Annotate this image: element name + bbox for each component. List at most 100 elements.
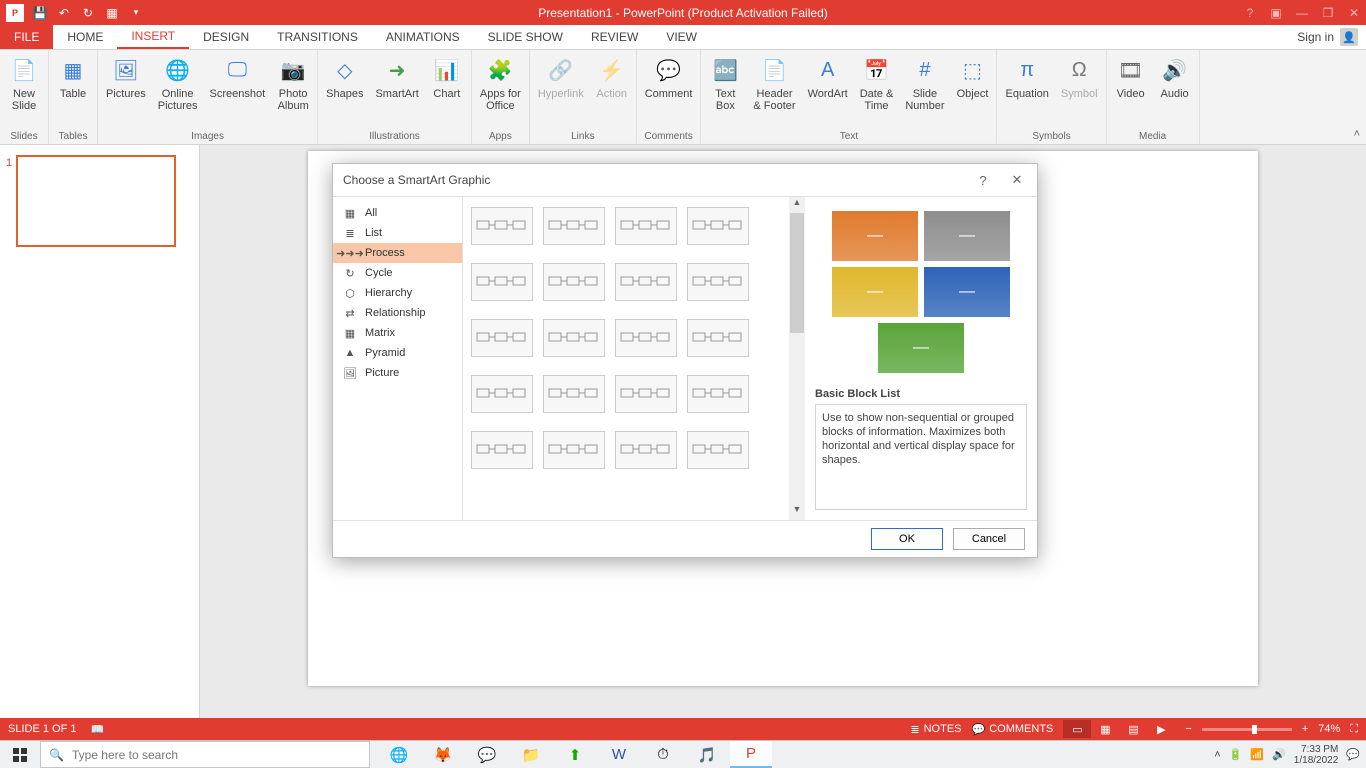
clock-icon[interactable]: ⏱ [642,741,684,768]
date-time-button[interactable]: 📅Date & Time [856,52,898,114]
scroll-down-icon[interactable]: ▼ [789,504,805,520]
comment-button[interactable]: 💬Comment [641,52,697,102]
smartart-thumbnail[interactable] [615,263,677,301]
taskbar-search[interactable]: 🔍 Type here to search [40,741,370,768]
undo-icon[interactable]: ↶ [56,5,72,21]
category-all[interactable]: ▦All [333,203,462,223]
ok-button[interactable]: OK [871,528,943,550]
smartart-thumbnail[interactable] [543,319,605,357]
start-from-beginning-icon[interactable]: ▦ [104,5,120,21]
restore-icon[interactable]: ❐ [1320,6,1336,20]
chrome-icon[interactable]: 🌐 [378,741,420,768]
category-cycle[interactable]: ↻Cycle [333,263,462,283]
smartart-thumbnail[interactable] [687,375,749,413]
gallery-scrollbar[interactable]: ▲ ▼ [789,197,805,520]
fit-to-window-icon[interactable]: ⛶ [1350,723,1358,736]
pictures-button[interactable]: 🖼Pictures [102,52,150,102]
audio-button[interactable]: 🔊Audio [1155,52,1195,102]
messenger-icon[interactable]: 💬 [466,741,508,768]
close-icon[interactable]: ✕ [1007,172,1027,188]
new-slide-button[interactable]: 📄New Slide [4,52,44,114]
word-icon[interactable]: W [598,741,640,768]
notes-button[interactable]: ≣ NOTES [910,723,961,736]
category-hierarchy[interactable]: ⬡Hierarchy [333,283,462,303]
smartart-thumbnail[interactable] [687,431,749,469]
wifi-icon[interactable]: 📶 [1250,748,1264,761]
zoom-slider[interactable] [1202,728,1292,731]
smartart-thumbnail[interactable] [687,263,749,301]
file-explorer-icon[interactable]: 📁 [510,741,552,768]
tab-animations[interactable]: ANIMATIONS [372,25,474,49]
smartart-thumbnail[interactable] [615,319,677,357]
start-button[interactable] [0,741,40,768]
apps-button[interactable]: 🧩Apps for Office [476,52,525,114]
zoom-out-icon[interactable]: − [1185,723,1191,735]
battery-icon[interactable]: 🔋 [1229,748,1243,761]
spellcheck-icon[interactable]: 📖 [90,723,104,736]
action-center-icon[interactable]: 💬 [1346,748,1360,761]
slide-thumbnail[interactable] [16,155,176,247]
category-process[interactable]: ➜➜➜Process [333,243,462,263]
slide-thumbnail-wrap[interactable]: 1 [6,155,193,247]
scroll-up-icon[interactable]: ▲ [789,197,805,213]
zoom-level[interactable]: 74% [1318,723,1340,735]
redo-icon[interactable]: ↻ [80,5,96,21]
smartart-thumbnail[interactable] [543,263,605,301]
upwork-icon[interactable]: ⬆ [554,741,596,768]
smartart-thumbnail[interactable] [471,431,533,469]
chart-button[interactable]: 📊Chart [427,52,467,102]
smartart-thumbnail[interactable] [615,431,677,469]
tray-chevron-icon[interactable]: ˄ [1214,749,1220,761]
sign-in[interactable]: Sign in 👤 [1297,25,1366,49]
tab-home[interactable]: HOME [53,25,117,49]
smartart-thumbnail[interactable] [471,207,533,245]
zoom-thumb[interactable] [1252,725,1257,734]
tab-design[interactable]: DESIGN [189,25,263,49]
header-footer-button[interactable]: 📄Header & Footer [749,52,799,114]
zoom-in-icon[interactable]: + [1302,723,1308,735]
tab-view[interactable]: VIEW [652,25,711,49]
minimize-icon[interactable]: — [1294,6,1310,20]
smartart-button[interactable]: ➜SmartArt [371,52,422,102]
category-matrix[interactable]: ▦Matrix [333,323,462,343]
slideshow-view-icon[interactable]: ▶ [1147,720,1175,738]
smartart-thumbnail[interactable] [687,207,749,245]
dialog-header[interactable]: Choose a SmartArt Graphic ? ✕ [333,164,1037,196]
taskbar-clock[interactable]: 7:33 PM 1/18/2022 [1294,744,1339,766]
smartart-thumbnail[interactable] [687,319,749,357]
category-pyramid[interactable]: ▲Pyramid [333,343,462,363]
category-picture[interactable]: 🖼Picture [333,363,462,383]
qat-customize-icon[interactable]: ▾ [128,5,144,21]
screenshot-button[interactable]: 🖵Screenshot [206,52,270,102]
online-pictures-button[interactable]: 🌐Online Pictures [154,52,202,114]
tab-insert[interactable]: INSERT [117,25,189,49]
category-relationship[interactable]: ⇄Relationship [333,303,462,323]
ribbon-display-icon[interactable]: ▣ [1268,6,1284,20]
smartart-thumbnail[interactable] [543,431,605,469]
slide-sorter-view-icon[interactable]: ▦ [1091,720,1119,738]
smartart-thumbnail[interactable] [471,375,533,413]
table-button[interactable]: ▦Table [53,52,93,102]
powerpoint-taskbar-icon[interactable]: P [730,741,772,768]
textbox-button[interactable]: 🔤Text Box [705,52,745,114]
help-icon[interactable]: ? [973,173,993,188]
equation-button[interactable]: πEquation [1001,52,1052,102]
scroll-thumb[interactable] [790,213,804,333]
smartart-thumbnail[interactable] [615,207,677,245]
firefox-icon[interactable]: 🦊 [422,741,464,768]
object-button[interactable]: ⬚Object [952,52,992,102]
category-list[interactable]: ≣List [333,223,462,243]
normal-view-icon[interactable]: ▭ [1063,720,1091,738]
tab-slideshow[interactable]: SLIDE SHOW [474,25,577,49]
comments-button[interactable]: 💬 COMMENTS [972,723,1054,736]
smartart-thumbnail[interactable] [543,375,605,413]
photo-album-button[interactable]: 📷Photo Album [273,52,313,114]
video-button[interactable]: 🎞Video [1111,52,1151,102]
help-icon[interactable]: ? [1242,6,1258,20]
itunes-icon[interactable]: 🎵 [686,741,728,768]
tab-transitions[interactable]: TRANSITIONS [263,25,372,49]
wordart-button[interactable]: AWordArt [804,52,852,102]
smartart-thumbnail[interactable] [471,263,533,301]
close-icon[interactable]: ✕ [1346,6,1362,20]
collapse-ribbon-icon[interactable]: ˄ [1354,128,1360,140]
